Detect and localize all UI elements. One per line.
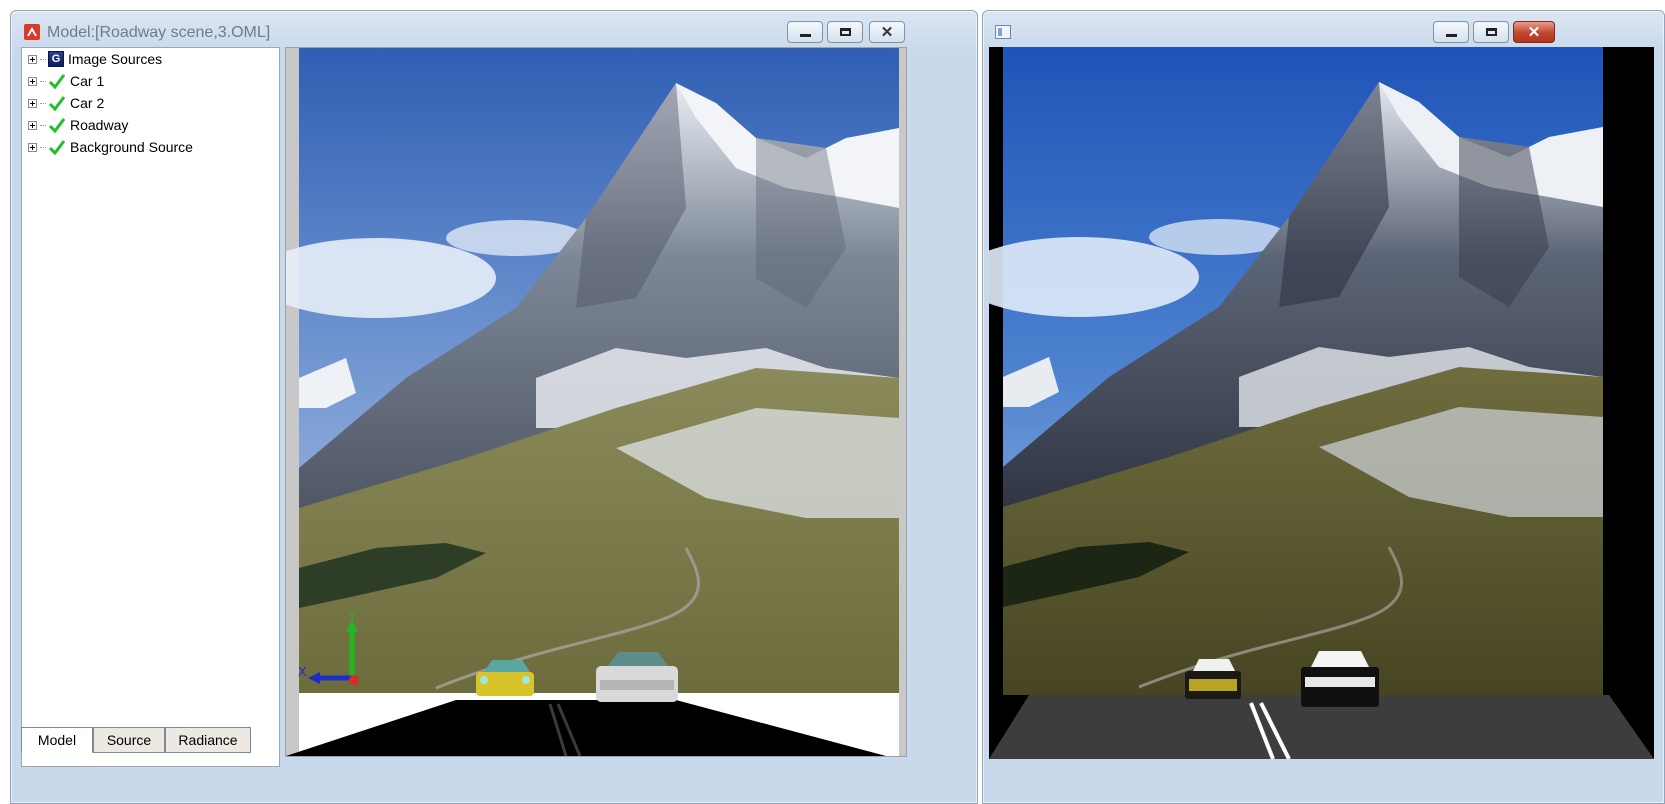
check-icon: [48, 140, 66, 155]
tree-item-car-2[interactable]: Car 2: [28, 92, 104, 114]
app-logo-icon: [24, 24, 40, 40]
maximize-icon: [1485, 28, 1497, 36]
tree-item-label: Car 1: [70, 73, 105, 89]
minimize-icon: [799, 33, 811, 37]
check-icon: [48, 96, 66, 111]
radiance-window: ✕: [982, 10, 1665, 804]
model-tree: G Image Sources Car 1 Car 2 Roadway Back…: [21, 47, 280, 767]
axis-label-y: Y: [348, 608, 357, 623]
maximize-icon: [839, 28, 851, 36]
tree-item-label: Roadway: [70, 117, 129, 133]
check-icon: [48, 74, 66, 89]
scene-render: Y X: [286, 48, 899, 756]
close-button[interactable]: ✕: [1513, 21, 1555, 43]
image-source-icon: G: [48, 51, 64, 67]
expand-icon[interactable]: [28, 54, 37, 64]
maximize-button[interactable]: [1473, 21, 1509, 43]
tree-item-label: Image Sources: [68, 51, 163, 67]
panel-tabs: Model Source Radiance: [21, 727, 280, 753]
rendered-image-view[interactable]: [989, 47, 1654, 759]
expand-icon[interactable]: [28, 120, 37, 130]
minimize-icon: [1445, 33, 1457, 37]
close-icon: ✕: [1527, 23, 1541, 41]
window-icon: [995, 25, 1011, 39]
close-icon: ✕: [880, 23, 894, 41]
check-icon: [48, 118, 66, 133]
tree-item-label: Background Source: [70, 139, 193, 155]
minimize-button[interactable]: [1433, 21, 1469, 43]
tab-radiance[interactable]: Radiance: [165, 727, 251, 753]
minimize-button[interactable]: [787, 21, 823, 43]
tree-item-label: Car 2: [70, 95, 105, 111]
rendered-scene: [989, 47, 1654, 759]
maximize-button[interactable]: [827, 21, 863, 43]
model-window: Model:[Roadway scene,3.OML] ✕ G Image So…: [10, 10, 978, 804]
tree-item-roadway[interactable]: Roadway: [28, 114, 128, 136]
close-button[interactable]: ✕: [869, 21, 905, 43]
expand-icon[interactable]: [28, 76, 37, 86]
tab-source[interactable]: Source: [93, 727, 165, 753]
tree-item-car-1[interactable]: Car 1: [28, 70, 104, 92]
model-viewport[interactable]: Y X: [285, 47, 907, 757]
tab-model[interactable]: Model: [21, 727, 93, 753]
expand-icon[interactable]: [28, 98, 37, 108]
axis-label-x: X: [298, 664, 307, 679]
expand-icon[interactable]: [28, 142, 37, 152]
tree-item-background-source[interactable]: Background Source: [28, 136, 193, 158]
tree-item-image-sources[interactable]: G Image Sources: [28, 48, 162, 70]
window-title: Model:[Roadway scene,3.OML]: [47, 24, 271, 41]
